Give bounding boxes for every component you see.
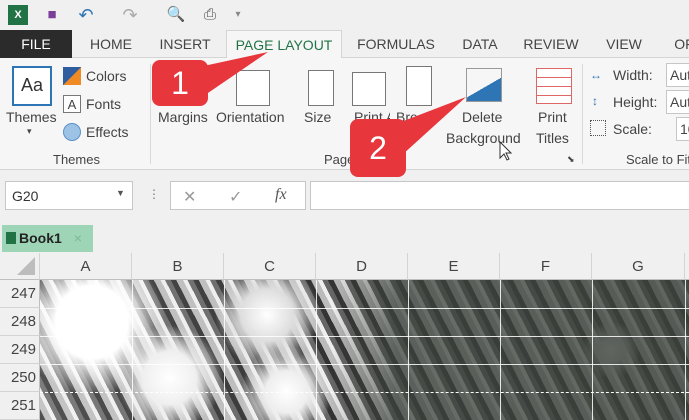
mouse-cursor-icon <box>499 140 513 161</box>
callout-1-label: 1 <box>171 65 189 101</box>
margins-button[interactable]: Margins <box>158 109 208 125</box>
annotation-overlay <box>152 52 513 177</box>
callout-2-label: 2 <box>369 130 387 166</box>
